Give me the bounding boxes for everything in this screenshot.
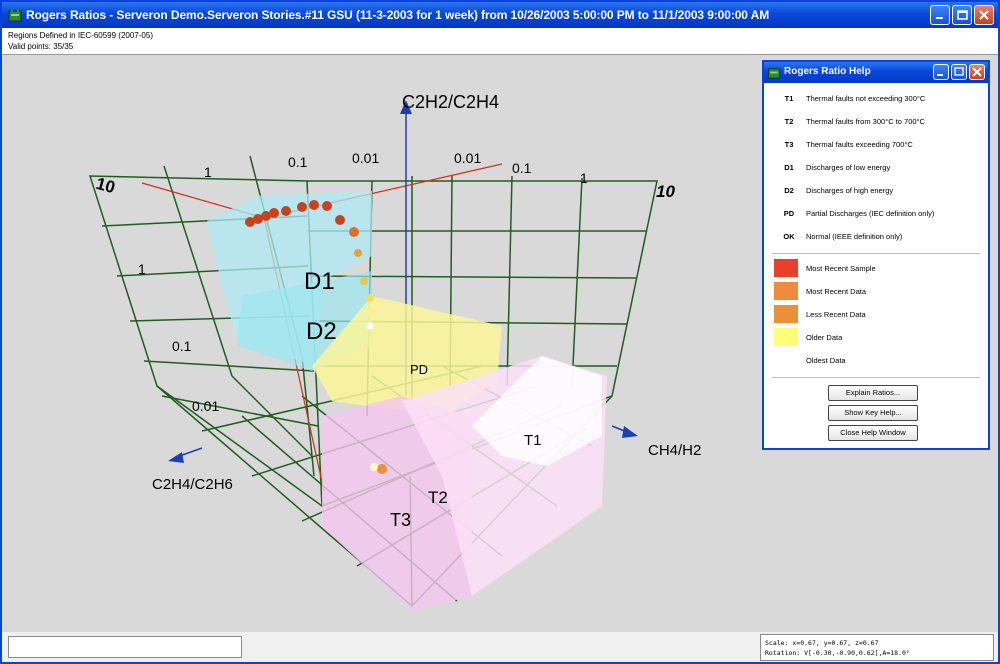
- legend-label: Oldest Data: [806, 356, 846, 365]
- legend-label: Older Data: [806, 333, 843, 342]
- region-description: Thermal faults exceeding 700°C: [806, 140, 913, 149]
- data-point[interactable]: [349, 227, 359, 237]
- help-close-button[interactable]: [969, 64, 985, 80]
- help-maximize-button[interactable]: [951, 64, 967, 80]
- region-code: T3: [784, 140, 794, 149]
- data-point[interactable]: [269, 208, 279, 218]
- ratio-row: D1 Discharges of low energy: [764, 159, 988, 177]
- divider: [772, 377, 980, 378]
- app-icon: [8, 9, 22, 22]
- tick-label: 0.01: [454, 150, 482, 166]
- ratio-row: D2 Discharges of high energy: [764, 182, 988, 200]
- help-body: T1 Thermal faults not exceeding 300°C T2…: [764, 83, 988, 448]
- region-description: Normal (IEEE definition only): [806, 232, 903, 241]
- region-label-pd: PD: [410, 362, 429, 377]
- region-description: Partial Discharges (IEC definition only): [806, 209, 935, 218]
- help-title-bar[interactable]: Rogers Ratio Help: [764, 62, 988, 83]
- rotation-readout: Rotation: V[-0.30,-0.90,0.62],A=18.0°: [765, 649, 910, 657]
- region-code: T2: [784, 117, 794, 126]
- tick-label: 1: [138, 261, 146, 277]
- region-description: Discharges of low energy: [806, 163, 891, 172]
- left-axis-label: C2H4/C2H6: [152, 476, 233, 493]
- tick-label: 1: [204, 164, 212, 180]
- maximize-icon: [954, 67, 964, 76]
- regions-label: Regions Defined in IEC-60599 (2007-05): [8, 31, 153, 40]
- legend-swatch-older-data: [774, 328, 798, 346]
- data-point[interactable]: [354, 249, 362, 257]
- legend-swatch-most-recent-data: [774, 282, 798, 300]
- data-point[interactable]: [366, 294, 374, 302]
- tick-label: 10: [656, 182, 675, 201]
- valid-points-label: Valid points: 35/35: [8, 42, 74, 51]
- right-axis-label: CH4/H2: [648, 442, 702, 459]
- help-title: Rogers Ratio Help: [784, 66, 871, 77]
- tick-label: 0.1: [288, 154, 308, 170]
- close-button[interactable]: [974, 5, 994, 25]
- legend-label: Most Recent Data: [806, 287, 867, 296]
- region-label-d1: D1: [304, 268, 335, 295]
- rogers-ratios-window: Rogers Ratios - Serveron Demo.Serveron S…: [0, 0, 1000, 664]
- help-window[interactable]: Rogers Ratio Help T1 Thermal faults not …: [762, 60, 990, 450]
- region-label-d2: D2: [306, 318, 337, 345]
- close-help-window-button[interactable]: Close Help Window: [828, 425, 918, 441]
- scale-readout: Scale: x=0.67, y=0.67, z=0.67: [765, 639, 879, 647]
- window-title: Rogers Ratios - Serveron Demo.Serveron S…: [26, 8, 770, 22]
- minimize-icon: [936, 17, 943, 19]
- ratio-row: T3 Thermal faults exceeding 700°C: [764, 136, 988, 154]
- title-bar[interactable]: Rogers Ratios - Serveron Demo.Serveron S…: [2, 2, 998, 28]
- tick-label: 0.01: [192, 398, 220, 414]
- legend-label: Most Recent Sample: [806, 264, 876, 273]
- data-point[interactable]: [322, 201, 332, 211]
- data-point[interactable]: [281, 206, 291, 216]
- tick-label: 0.01: [352, 150, 380, 166]
- ratio-row: PD Partial Discharges (IEC definition on…: [764, 205, 988, 223]
- legend-swatch-oldest-data: [774, 351, 798, 369]
- tick-label: 0.1: [512, 160, 532, 176]
- region-code: D1: [784, 163, 794, 172]
- status-field: [8, 636, 242, 658]
- close-icon: [972, 67, 982, 77]
- region-code: D2: [784, 186, 794, 195]
- region-description: Thermal faults from 300°C to 700°C: [806, 117, 925, 126]
- minimize-button[interactable]: [930, 5, 950, 25]
- region-description: Thermal faults not exceeding 300°C: [806, 94, 926, 103]
- data-point[interactable]: [370, 463, 378, 471]
- ratio-row: T1 Thermal faults not exceeding 300°C: [764, 90, 988, 108]
- region-code: T1: [784, 94, 794, 103]
- tick-label: 0.1: [172, 338, 192, 354]
- data-point[interactable]: [360, 277, 368, 285]
- tick-label: 1: [580, 170, 588, 186]
- region-code: OK: [783, 232, 795, 241]
- region-description: Discharges of high energy: [806, 186, 894, 195]
- help-minimize-button[interactable]: [933, 64, 949, 80]
- data-point[interactable]: [377, 464, 387, 474]
- region-label-t2: T2: [428, 488, 448, 507]
- maximize-button[interactable]: [952, 5, 972, 25]
- vertical-axis-label: C2H2/C2H4: [402, 92, 500, 112]
- ratio-row: OK Normal (IEEE definition only): [764, 228, 988, 246]
- data-point[interactable]: [368, 308, 376, 316]
- show-key-help-button[interactable]: Show Key Help...: [828, 405, 918, 421]
- fault-region-solids: [207, 191, 607, 611]
- info-panel: Regions Defined in IEC-60599 (2007-05) V…: [2, 28, 998, 55]
- data-point[interactable]: [309, 200, 319, 210]
- explain-ratios-button[interactable]: Explain Ratios...: [828, 385, 918, 401]
- ratio-row: T2 Thermal faults from 300°C to 700°C: [764, 113, 988, 131]
- view-readout: Scale: x=0.67, y=0.67, z=0.67 Rotation: …: [760, 634, 994, 661]
- help-app-icon: [767, 68, 781, 79]
- minimize-icon: [937, 74, 943, 76]
- divider: [772, 253, 980, 254]
- legend-swatch-less-recent-data: [774, 305, 798, 323]
- close-icon: [979, 10, 989, 20]
- region-label-t1: T1: [524, 432, 542, 449]
- data-point[interactable]: [366, 322, 374, 330]
- data-point[interactable]: [297, 202, 307, 212]
- legend-swatch-most-recent-sample: [774, 259, 798, 277]
- status-bar: Scale: x=0.67, y=0.67, z=0.67 Rotation: …: [2, 632, 998, 662]
- maximize-icon: [957, 10, 968, 20]
- region-label-t3: T3: [390, 510, 412, 530]
- region-code: PD: [783, 209, 795, 218]
- legend-label: Less Recent Data: [806, 310, 866, 319]
- data-point[interactable]: [335, 215, 345, 225]
